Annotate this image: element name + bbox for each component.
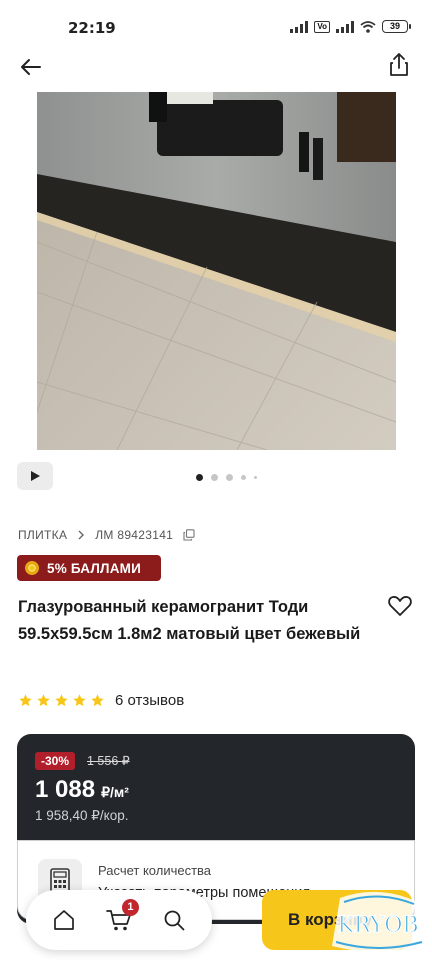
star-icon [19,694,32,707]
price-per-box: 1 958,40 ₽/кор. [35,808,129,823]
volte-icon: Vo [314,20,330,33]
status-time: 22:19 [68,19,116,37]
breadcrumb: ПЛИТКА ЛМ 89423141 [18,528,195,542]
current-price: 1 088 ₽/м² [35,776,129,804]
star-icon [91,694,104,707]
signal-icon-2 [336,20,354,33]
share-button[interactable] [384,50,414,80]
favorite-button[interactable] [386,592,414,620]
star-icon [37,694,50,707]
reviews-count[interactable]: 6 отзывов [115,692,184,709]
status-icons: Vo 39 [290,20,411,33]
play-icon [31,471,40,481]
chevron-right-icon [78,530,85,540]
old-price: 1 556 ₽ [87,754,130,768]
nav-cart-button[interactable]: 1 [96,897,142,943]
price-unit: ₽/м² [101,784,129,800]
share-icon [390,53,408,76]
gallery-dot[interactable] [241,475,246,480]
current-price-value: 1 088 [35,776,96,803]
signal-icon [290,20,309,33]
wifi-icon [360,20,376,33]
breadcrumb-category[interactable]: ПЛИТКА [18,528,67,542]
svg-text:KRYOB: KRYOB [337,913,418,938]
product-photo [37,92,396,450]
discount-tag: -30% [35,752,76,770]
rating-stars [18,693,105,708]
bonus-badge-text: 5% БАЛЛАМИ [47,560,142,576]
search-icon [164,910,185,931]
gallery-dot[interactable] [211,474,218,481]
nav-search-button[interactable] [151,897,197,943]
top-bar [0,48,432,88]
watermark-logo: KRYOB [332,891,426,952]
product-image[interactable] [37,92,396,450]
calculator-title: Расчет количества [98,863,212,878]
heart-icon [388,596,412,616]
gallery-dot[interactable] [254,476,257,479]
gallery-dots [196,474,257,481]
gallery-dot[interactable] [226,474,233,481]
play-video-button[interactable] [17,462,53,490]
copy-icon[interactable] [183,529,195,541]
gallery-dot[interactable] [196,474,203,481]
bottom-nav: 1 [26,890,212,950]
nav-home-button[interactable] [41,897,87,943]
sku-label: ЛМ 89423141 [95,528,174,542]
arrow-left-icon [21,59,41,75]
rating[interactable]: 6 отзывов [18,692,184,709]
coin-icon [25,561,39,575]
battery-icon: 39 [382,20,411,33]
cart-badge: 1 [121,899,139,916]
bonus-badge[interactable]: 5% БАЛЛАМИ [17,555,161,581]
product-title: Глазурованный керамогранит Тоди 59.5x59.… [18,598,361,643]
star-icon [55,694,68,707]
home-icon [53,910,74,930]
star-icon [73,694,86,707]
back-button[interactable] [16,52,46,82]
